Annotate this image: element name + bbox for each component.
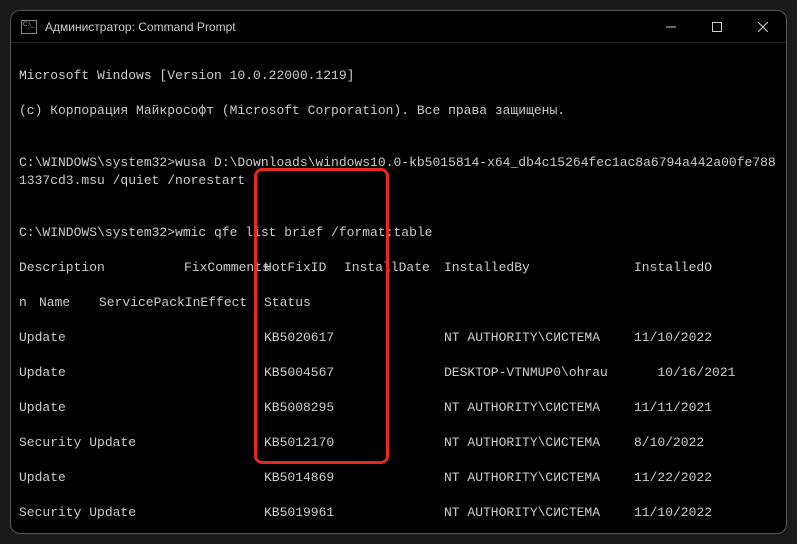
cell-installedon: 11/11/2021 xyxy=(634,399,724,417)
col-fixcomments: FixComments xyxy=(184,259,264,277)
cell-description: Update xyxy=(19,469,184,487)
col-description: Description xyxy=(19,259,184,277)
table-row xyxy=(19,417,778,435)
cell-installedby: NT AUTHORITY\СИСТЕМА xyxy=(444,469,634,487)
cell-installedon: 11/10/2022 xyxy=(634,329,724,347)
table-row: Update KB5020617 NT AUTHORITY\СИСТЕМА11/10… xyxy=(19,329,778,347)
window-title: Администратор: Command Prompt xyxy=(45,20,236,34)
cell-installedon: 11/22/2022 xyxy=(634,469,724,487)
table-row xyxy=(19,522,778,534)
minimize-button[interactable] xyxy=(648,11,694,42)
table-row: Security Update KB5012170 NT AUTHORITY\СИС… xyxy=(19,434,778,452)
cell-installedby: NT AUTHORITY\СИСТЕМА xyxy=(444,504,634,522)
cell-installedby: DESKTOP-VTNMUP0\ohrau xyxy=(444,364,634,382)
table-row xyxy=(19,382,778,400)
table-body: UpdateKB5020617NT AUTHORITY\СИСТЕМА11/10… xyxy=(19,329,778,533)
output-line: C:\WINDOWS\system32>wusa D:\Downloads\wi… xyxy=(19,154,778,189)
close-icon xyxy=(758,22,768,32)
cell-description: Security Update xyxy=(19,504,184,522)
col-servicepack: ServicePackInEffect xyxy=(99,294,264,312)
cmd-window: Администратор: Command Prompt Microsoft … xyxy=(10,10,787,534)
cell-hotfixid: KB5008295 xyxy=(264,399,344,417)
cell-description: Update xyxy=(19,399,184,417)
cell-hotfixid: KB5012170 xyxy=(264,434,344,452)
close-button[interactable] xyxy=(740,11,786,42)
col-installedby: InstalledBy xyxy=(444,259,634,277)
col-installdate: InstallDate xyxy=(344,259,444,277)
col-installedon: InstalledO xyxy=(634,259,724,277)
table-row: Security Update KB5019961 NT AUTHORITY\СИС… xyxy=(19,504,778,522)
maximize-icon xyxy=(712,22,722,32)
cell-hotfixid: KB5019961 xyxy=(264,504,344,522)
cell-installedon: 8/10/2022 xyxy=(634,434,724,452)
cell-hotfixid: KB5014869 xyxy=(264,469,344,487)
col-name: Name xyxy=(39,294,99,312)
output-line: (c) Корпорация Майкрософт (Microsoft Cor… xyxy=(19,102,778,120)
table-header2: nNameServicePackInEffectStatus xyxy=(19,294,778,312)
cell-description: Update xyxy=(19,364,184,382)
cell-installedon: 10/16/2021 xyxy=(634,364,724,382)
cmd-icon xyxy=(21,20,37,34)
titlebar[interactable]: Администратор: Command Prompt xyxy=(11,11,786,43)
output-line: C:\WINDOWS\system32>wmic qfe list brief … xyxy=(19,224,778,242)
table-row xyxy=(19,347,778,365)
cell-installedby: NT AUTHORITY\СИСТЕМА xyxy=(444,399,634,417)
minimize-icon xyxy=(666,22,676,32)
maximize-button[interactable] xyxy=(694,11,740,42)
table-row xyxy=(19,487,778,505)
table-row xyxy=(19,452,778,470)
cell-installedby: NT AUTHORITY\СИСТЕМА xyxy=(444,329,634,347)
output-line: Microsoft Windows [Version 10.0.22000.12… xyxy=(19,67,778,85)
table-row: Update KB5004567 DESKTOP-VTNMUP0\ohrau 10/… xyxy=(19,364,778,382)
table-row: Update KB5008295 NT AUTHORITY\СИСТЕМА11/11… xyxy=(19,399,778,417)
terminal-output[interactable]: Microsoft Windows [Version 10.0.22000.12… xyxy=(11,43,786,533)
cell-installedby: NT AUTHORITY\СИСТЕМА xyxy=(444,434,634,452)
window-controls xyxy=(648,11,786,42)
table-row: Update KB5014869 NT AUTHORITY\СИСТЕМА11/22… xyxy=(19,469,778,487)
cell-description: Security Update xyxy=(19,434,184,452)
cell-installedon: 11/10/2022 xyxy=(634,504,724,522)
cell-hotfixid: KB5020617 xyxy=(264,329,344,347)
cell-hotfixid: KB5004567 xyxy=(264,364,344,382)
cell-description: Update xyxy=(19,329,184,347)
table-header: DescriptionFixCommentsHotFixIDInstallDat… xyxy=(19,259,778,277)
col-n: n xyxy=(19,294,39,312)
col-status: Status xyxy=(264,294,324,312)
col-hotfixid: HotFixID xyxy=(264,259,344,277)
